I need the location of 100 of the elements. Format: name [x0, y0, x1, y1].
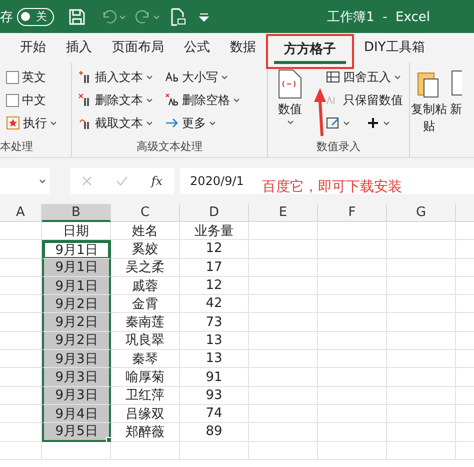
table-cell: 9月2日 — [42, 313, 111, 332]
checkbox[interactable]: 英文 — [4, 67, 59, 87]
number-button[interactable]: 数值 — [272, 67, 308, 139]
table-cell — [318, 276, 387, 296]
insert-function-button[interactable]: fx — [151, 174, 163, 188]
table-cell — [318, 350, 387, 368]
ribbon-button[interactable]: 删除空格 — [163, 90, 242, 110]
table-cell: 9月3日 — [42, 368, 111, 387]
table-cell — [249, 442, 318, 460]
ribbon-tab[interactable]: 插入 — [56, 34, 102, 62]
text-case-icon — [165, 70, 179, 84]
table-cell — [318, 240, 387, 259]
table-cell: 郑醉薇 — [111, 423, 180, 442]
table-cell: 9月3日 — [42, 386, 111, 405]
table-cell — [0, 222, 42, 240]
check-icon[interactable] — [116, 175, 128, 187]
caret-icon — [233, 98, 240, 102]
autosave-label: 存 — [0, 8, 13, 26]
annotation-arrow — [313, 88, 327, 136]
table-cell — [318, 404, 387, 424]
caret-icon — [209, 120, 216, 126]
table-cell — [318, 332, 387, 350]
caret-icon — [286, 120, 294, 125]
table-cell: 74 — [180, 404, 249, 424]
autosave-toggle[interactable]: 关 — [17, 8, 54, 26]
table-cell — [0, 332, 42, 350]
table-cell — [387, 423, 456, 442]
print-preview-icon[interactable] — [170, 8, 186, 26]
table-cell: 奚姣 — [111, 240, 180, 259]
ribbon-button[interactable]: 截取文本 — [76, 113, 155, 133]
table-cell — [0, 368, 42, 387]
table-cell — [0, 240, 42, 259]
table-cell: 73 — [180, 313, 249, 332]
table-cell — [180, 442, 249, 460]
table-cell — [42, 442, 111, 460]
table-cell — [0, 313, 42, 332]
column-header[interactable]: C — [111, 204, 180, 222]
table-cell: 89 — [180, 423, 249, 442]
table-cell: 9月3日 — [42, 350, 111, 368]
delete-text-icon — [78, 93, 92, 107]
caret-icon — [221, 74, 228, 80]
redo-icon[interactable] — [134, 8, 160, 24]
ribbon-button[interactable]: 更多 — [163, 113, 242, 133]
ribbon-button[interactable]: 删除文本 — [76, 90, 155, 110]
checkbox[interactable]: 中文 — [4, 90, 59, 110]
column-header[interactable]: A — [0, 204, 42, 222]
table-cell: 9月1日 — [42, 276, 111, 296]
table-cell — [249, 423, 318, 442]
save-icon[interactable] — [68, 8, 86, 26]
table-cell: 9月1日 — [42, 258, 111, 277]
table-cell: 9月1日 — [42, 240, 111, 259]
arrow-right-icon — [165, 116, 179, 130]
caret-icon — [146, 98, 153, 102]
table-cell: 业务量 — [180, 222, 249, 240]
column-header[interactable]: D — [180, 204, 249, 222]
table-cell: 戚蓉 — [111, 276, 180, 296]
table-cell — [0, 386, 42, 405]
table-cell: 金霄 — [111, 295, 180, 314]
table-cell — [318, 423, 387, 442]
ribbon-tab[interactable]: 公式 — [174, 34, 220, 62]
table-cell — [387, 350, 456, 368]
ribbon-tab[interactable]: DIY工具箱 — [354, 34, 435, 62]
table-cell: 9月2日 — [42, 295, 111, 314]
table-cell — [249, 350, 318, 368]
delete-spaces-icon — [165, 93, 179, 107]
table-cell — [0, 350, 42, 368]
column-header[interactable]: B — [42, 204, 111, 222]
ribbon-button[interactable]: 四舍五入 — [324, 67, 405, 87]
table-cell: 姓名 — [111, 222, 180, 240]
table-cell — [249, 240, 318, 259]
edit-grid-icon — [326, 116, 340, 130]
ribbon-button[interactable]: 大小写 — [163, 67, 242, 87]
ribbon-tab[interactable]: 页面布局 — [102, 34, 174, 62]
ribbon-tab[interactable]: 数据 — [220, 34, 266, 62]
table-cell — [249, 404, 318, 424]
ribbon-button[interactable]: 插入文本 — [76, 67, 155, 87]
ribbon-tab[interactable]: 开始 — [10, 34, 56, 62]
table-cell: 12 — [180, 276, 249, 296]
table-cell: 秦琴 — [111, 350, 180, 368]
run-button[interactable]: 执行 — [4, 113, 59, 133]
column-header[interactable]: F — [318, 204, 387, 222]
table-cell — [249, 295, 318, 314]
column-header[interactable]: E — [249, 204, 318, 222]
caret-icon — [39, 178, 46, 184]
table-cell — [318, 313, 387, 332]
table-cell — [249, 313, 318, 332]
table-cell — [0, 295, 42, 314]
table-cell: 9月4日 — [42, 404, 111, 424]
table-cell — [387, 276, 456, 296]
table-cell — [318, 258, 387, 277]
table-cell — [387, 313, 456, 332]
column-header[interactable]: G — [387, 204, 456, 222]
customize-icon[interactable] — [198, 12, 210, 22]
group-label: 本处理 — [0, 139, 34, 155]
table-cell — [0, 423, 42, 442]
table-cell: 13 — [180, 350, 249, 368]
document-icon — [277, 69, 303, 99]
new-button[interactable]: 新 — [448, 67, 462, 157]
ribbon-button[interactable]: 只保留数值 — [324, 90, 405, 110]
caret-icon — [50, 120, 57, 126]
